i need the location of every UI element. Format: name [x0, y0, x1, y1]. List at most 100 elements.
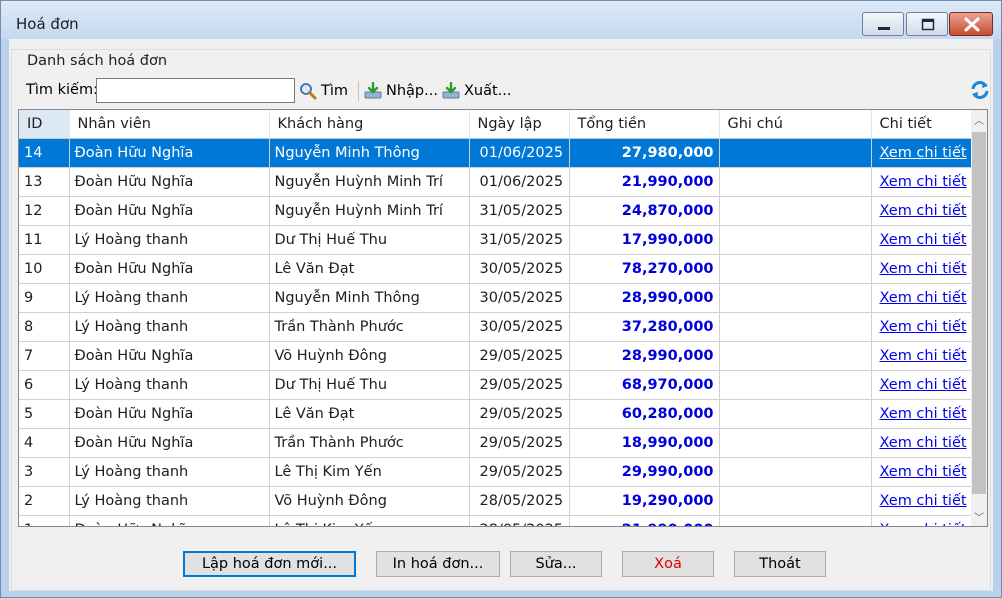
detail-cell: Xem chi tiết — [871, 399, 972, 429]
detail-cell: Xem chi tiết — [871, 486, 972, 516]
date-cell: 31/05/2025 — [469, 225, 570, 255]
detail-cell: Xem chi tiết — [871, 457, 972, 487]
column-header-note[interactable]: Ghi chú — [719, 110, 872, 139]
column-header-total[interactable]: Tổng tiền — [569, 110, 720, 139]
minimize-button[interactable] — [862, 12, 904, 36]
export-icon — [442, 82, 460, 99]
view-detail-link[interactable]: Xem chi tiết — [877, 464, 967, 480]
maximize-button[interactable] — [906, 12, 948, 36]
table-row[interactable]: 3 Lý Hoàng thanh Lê Thị Kim Yến 29/05/2025 2… — [19, 457, 972, 487]
view-detail-link[interactable]: Xem chi tiết — [877, 435, 967, 451]
new-invoice-button[interactable]: Lập hoá đơn mới... — [183, 551, 356, 577]
detail-cell: Xem chi tiết — [871, 515, 972, 526]
find-button[interactable]: Tìm — [299, 79, 348, 103]
total-cell: 78,270,000 — [569, 254, 720, 284]
search-label: Tìm kiếm: — [26, 82, 98, 98]
search-input[interactable] — [96, 78, 295, 103]
detail-cell: Xem chi tiết — [871, 341, 972, 371]
staff-cell: Đoàn Hữu Nghĩa — [69, 196, 270, 226]
view-detail-link[interactable]: Xem chi tiết — [877, 174, 967, 190]
note-cell — [719, 312, 872, 342]
customer-cell: Võ Huỳnh Đông — [269, 486, 470, 516]
view-detail-link[interactable]: Xem chi tiết — [877, 522, 967, 526]
detail-cell: Xem chi tiết — [871, 312, 972, 342]
column-header-date[interactable]: Ngày lập — [469, 110, 570, 139]
import-icon — [364, 82, 382, 99]
date-cell: 29/05/2025 — [469, 457, 570, 487]
detail-cell: Xem chi tiết — [871, 254, 972, 284]
view-detail-link[interactable]: Xem chi tiết — [877, 232, 967, 248]
title-bar[interactable]: Hoá đơn — [1, 1, 1001, 39]
staff-cell: Lý Hoàng thanh — [69, 225, 270, 255]
invoice-grid[interactable]: ID Nhân viên Khách hàng Ngày lập Tổng ti… — [18, 109, 988, 527]
customer-cell: Trần Thành Phước — [269, 312, 470, 342]
customer-cell: Lê Thị Kim Yến — [269, 515, 470, 526]
maximize-icon — [921, 18, 935, 31]
table-row[interactable]: 12 Đoàn Hữu Nghĩa Nguyễn Huỳnh Minh Trí 31/… — [19, 196, 972, 226]
table-row[interactable]: 2 Lý Hoàng thanh Võ Huỳnh Đông 28/05/2025 19… — [19, 486, 972, 516]
client-area: Danh sách hoá đơn Tìm kiếm: Tìm Nhập... — [9, 39, 993, 591]
staff-cell: Lý Hoàng thanh — [69, 457, 270, 487]
table-row[interactable]: 13 Đoàn Hữu Nghĩa Nguyễn Huỳnh Minh Trí 01/… — [19, 167, 972, 197]
note-cell — [719, 428, 872, 458]
scrollbar-thumb[interactable] — [972, 132, 986, 494]
table-row[interactable]: 14 Đoàn Hữu Nghĩa Nguyễn Minh Thông 01/06/2… — [19, 138, 972, 168]
note-cell — [719, 254, 872, 284]
id-cell: 4 — [19, 428, 70, 458]
view-detail-link[interactable]: Xem chi tiết — [877, 290, 967, 306]
staff-cell: Đoàn Hữu Nghĩa — [69, 254, 270, 284]
view-detail-link[interactable]: Xem chi tiết — [877, 203, 967, 219]
table-row[interactable]: 6 Lý Hoàng thanh Dư Thị Huế Thu 29/05/2025 6… — [19, 370, 972, 400]
refresh-button[interactable] — [969, 79, 991, 101]
staff-cell: Lý Hoàng thanh — [69, 283, 270, 313]
id-cell: 2 — [19, 486, 70, 516]
view-detail-link[interactable]: Xem chi tiết — [877, 145, 967, 161]
view-detail-link[interactable]: Xem chi tiết — [877, 406, 967, 422]
total-cell: 29,990,000 — [569, 457, 720, 487]
id-cell: 12 — [19, 196, 70, 226]
vertical-scrollbar[interactable]: ︿ ﹀ — [971, 110, 987, 526]
column-header-detail[interactable]: Chi tiết — [871, 110, 972, 139]
close-button[interactable] — [949, 12, 993, 36]
table-row[interactable]: 9 Lý Hoàng thanh Nguyễn Minh Thông 30/05/20… — [19, 283, 972, 313]
table-row[interactable]: 5 Đoàn Hữu Nghĩa Lê Văn Đạt 29/05/2025 60,28… — [19, 399, 972, 429]
column-header-id[interactable]: ID — [19, 110, 70, 139]
exit-button[interactable]: Thoát — [734, 551, 826, 577]
date-cell: 29/05/2025 — [469, 428, 570, 458]
search-icon — [300, 83, 317, 100]
table-row[interactable]: 8 Lý Hoàng thanh Trần Thành Phước 30/05/202… — [19, 312, 972, 342]
scroll-up-icon[interactable]: ︿ — [971, 110, 987, 128]
delete-button[interactable]: Xoá — [622, 551, 714, 577]
column-header-staff[interactable]: Nhân viên — [69, 110, 270, 139]
import-button[interactable]: Nhập... — [364, 79, 438, 103]
total-cell: 68,970,000 — [569, 370, 720, 400]
view-detail-link[interactable]: Xem chi tiết — [877, 493, 967, 509]
table-row[interactable]: 4 Đoàn Hữu Nghĩa Trần Thành Phước 29/05/202… — [19, 428, 972, 458]
staff-cell: Đoàn Hữu Nghĩa — [69, 515, 270, 526]
customer-cell: Nguyễn Minh Thông — [269, 138, 470, 168]
note-cell — [719, 457, 872, 487]
table-row[interactable]: 11 Lý Hoàng thanh Dư Thị Huế Thu 31/05/2025… — [19, 225, 972, 255]
export-button[interactable]: Xuất... — [442, 79, 512, 103]
customer-cell: Lê Thị Kim Yến — [269, 457, 470, 487]
customer-cell: Nguyễn Minh Thông — [269, 283, 470, 313]
view-detail-link[interactable]: Xem chi tiết — [877, 377, 967, 393]
customer-cell: Lê Văn Đạt — [269, 399, 470, 429]
note-cell — [719, 196, 872, 226]
staff-cell: Đoàn Hữu Nghĩa — [69, 138, 270, 168]
view-detail-link[interactable]: Xem chi tiết — [877, 319, 967, 335]
table-row[interactable]: 7 Đoàn Hữu Nghĩa Võ Huỳnh Đông 29/05/2025 28… — [19, 341, 972, 371]
column-header-customer[interactable]: Khách hàng — [269, 110, 470, 139]
edit-button[interactable]: Sửa... — [510, 551, 602, 577]
view-detail-link[interactable]: Xem chi tiết — [877, 261, 967, 277]
table-row[interactable]: 10 Đoàn Hữu Nghĩa Lê Văn Đạt 30/05/2025 78,2… — [19, 254, 972, 284]
scroll-down-icon[interactable]: ﹀ — [971, 507, 987, 525]
detail-cell: Xem chi tiết — [871, 370, 972, 400]
total-cell: 28,990,000 — [569, 341, 720, 371]
detail-cell: Xem chi tiết — [871, 225, 972, 255]
customer-cell: Võ Huỳnh Đông — [269, 341, 470, 371]
table-row[interactable]: 1Đoàn Hữu NghĩaLê Thị Kim Yến28/05/20252… — [19, 515, 972, 526]
print-invoice-button[interactable]: In hoá đơn... — [376, 551, 500, 577]
view-detail-link[interactable]: Xem chi tiết — [877, 348, 967, 364]
detail-cell: Xem chi tiết — [871, 196, 972, 226]
